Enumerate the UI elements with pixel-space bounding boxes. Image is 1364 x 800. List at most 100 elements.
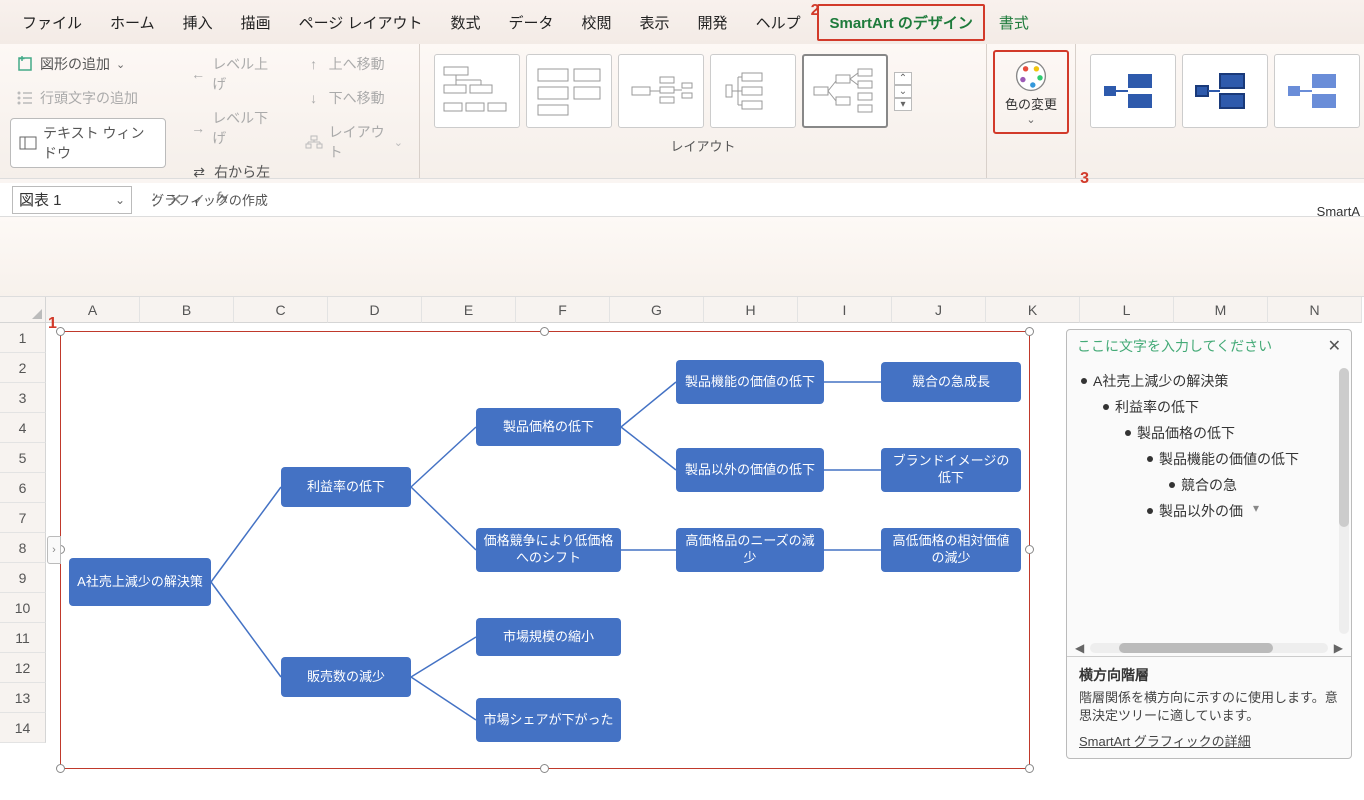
smartart-selection-frame[interactable]: › A社売上減少の解決策 利益率の低下 販売数の減少 製品価格の低下 価格競争に… bbox=[60, 331, 1030, 769]
row-header[interactable]: 1 bbox=[0, 323, 46, 353]
layout-thumb-3[interactable] bbox=[618, 54, 704, 128]
col-header[interactable]: M bbox=[1174, 297, 1268, 323]
text-window-button[interactable]: テキスト ウィンドウ bbox=[10, 118, 166, 168]
col-header[interactable]: F bbox=[516, 297, 610, 323]
smartart-text-pane[interactable]: ここに文字を入力してください ✕ A社売上減少の解決策 利益率の低下 製品価格の… bbox=[1066, 329, 1352, 759]
scroll-left-icon[interactable]: ◀ bbox=[1075, 641, 1084, 655]
layout-thumb-2[interactable] bbox=[526, 54, 612, 128]
smartart-node[interactable]: 製品価格の低下 bbox=[476, 408, 621, 446]
row-header[interactable]: 12 bbox=[0, 653, 46, 683]
row-header[interactable]: 6 bbox=[0, 473, 46, 503]
resize-handle[interactable] bbox=[540, 764, 549, 773]
move-up-button[interactable]: ↑上へ移動 bbox=[299, 50, 409, 78]
text-pane-toggle[interactable]: › bbox=[47, 536, 61, 564]
row-header[interactable]: 11 bbox=[0, 623, 46, 653]
menu-help[interactable]: ヘルプ bbox=[742, 2, 815, 43]
text-pane-item[interactable]: 製品以外の価▾ bbox=[1081, 498, 1341, 524]
row-header[interactable]: 14 bbox=[0, 713, 46, 743]
row-header[interactable]: 3 bbox=[0, 383, 46, 413]
col-header[interactable]: G bbox=[610, 297, 704, 323]
row-header[interactable]: 5 bbox=[0, 443, 46, 473]
spinner-more-icon[interactable]: ▾ bbox=[894, 98, 912, 111]
col-header[interactable]: N bbox=[1268, 297, 1362, 323]
text-pane-item[interactable]: 製品機能の価値の低下 bbox=[1081, 446, 1341, 472]
smartart-node[interactable]: 利益率の低下 bbox=[281, 467, 411, 507]
col-header[interactable]: A bbox=[46, 297, 140, 323]
menu-insert[interactable]: 挿入 bbox=[169, 2, 227, 43]
menu-data[interactable]: データ bbox=[495, 2, 568, 43]
smartart-node[interactable]: 高低価格の相対価値の減少 bbox=[881, 528, 1021, 572]
spinner-down-icon[interactable]: ⌄ bbox=[894, 85, 912, 98]
col-header[interactable]: J bbox=[892, 297, 986, 323]
row-header[interactable]: 7 bbox=[0, 503, 46, 533]
menu-format[interactable]: 書式 bbox=[985, 2, 1043, 43]
add-bullet-button[interactable]: 行頭文字の追加 bbox=[10, 84, 166, 112]
select-all-corner[interactable] bbox=[0, 297, 46, 323]
row-header[interactable]: 13 bbox=[0, 683, 46, 713]
resize-handle[interactable] bbox=[56, 327, 65, 336]
text-pane-hscrollbar[interactable]: ◀ ▶ bbox=[1067, 640, 1351, 656]
resize-handle[interactable] bbox=[540, 327, 549, 336]
resize-handle[interactable] bbox=[1025, 545, 1034, 554]
rtl-button[interactable]: ⇄右から左 bbox=[184, 158, 281, 186]
menu-developer[interactable]: 開発 bbox=[684, 2, 742, 43]
layout-gallery-spinner[interactable]: ⌃ ⌄ ▾ bbox=[894, 72, 912, 111]
col-header[interactable]: H bbox=[704, 297, 798, 323]
text-pane-vscrollbar[interactable] bbox=[1339, 368, 1349, 634]
style-thumb-3[interactable] bbox=[1274, 54, 1360, 128]
smartart-node[interactable]: ブランドイメージの低下 bbox=[881, 448, 1021, 492]
spreadsheet-grid[interactable]: A B C D E F G H I J K L M N 1 2 3 4 5 6 … bbox=[0, 297, 1364, 800]
col-header[interactable]: L bbox=[1080, 297, 1174, 323]
change-colors-button[interactable]: 色の変更 ⌄ bbox=[993, 50, 1069, 134]
layout-thumb-4[interactable] bbox=[710, 54, 796, 128]
move-down-button[interactable]: ↓下へ移動 bbox=[299, 84, 409, 112]
text-pane-item[interactable]: 利益率の低下 bbox=[1081, 394, 1341, 420]
hscroll-track[interactable] bbox=[1090, 643, 1328, 653]
smartart-node[interactable]: 高価格品のニーズの減少 bbox=[676, 528, 824, 572]
text-pane-body[interactable]: A社売上減少の解決策 利益率の低下 製品価格の低下 製品機能の価値の低下 競合の… bbox=[1067, 362, 1351, 640]
row-header[interactable]: 10 bbox=[0, 593, 46, 623]
col-header[interactable]: E bbox=[422, 297, 516, 323]
style-thumb-2[interactable] bbox=[1182, 54, 1268, 128]
level-down-button[interactable]: →レベル下げ bbox=[184, 104, 281, 152]
row-header[interactable]: 9 bbox=[0, 563, 46, 593]
col-header[interactable]: C bbox=[234, 297, 328, 323]
layout-thumb-1[interactable] bbox=[434, 54, 520, 128]
row-header[interactable]: 4 bbox=[0, 413, 46, 443]
smartart-node[interactable]: 市場シェアが下がった bbox=[476, 698, 621, 742]
smartart-node[interactable]: 販売数の減少 bbox=[281, 657, 411, 697]
col-header[interactable]: B bbox=[140, 297, 234, 323]
row-header[interactable]: 8 bbox=[0, 533, 46, 563]
menu-page-layout[interactable]: ページ レイアウト bbox=[285, 2, 437, 43]
scrollbar-thumb[interactable] bbox=[1119, 643, 1273, 653]
smartart-node[interactable]: 価格競争により低価格へのシフト bbox=[476, 528, 621, 572]
text-pane-item[interactable]: 競合の急 bbox=[1081, 472, 1341, 498]
smartart-details-link[interactable]: SmartArt グラフィックの詳細 bbox=[1079, 731, 1251, 750]
add-shape-button[interactable]: 図形の追加 ⌄ bbox=[10, 50, 166, 78]
style-thumb-1[interactable] bbox=[1090, 54, 1176, 128]
smartart-node[interactable]: 製品以外の価値の低下 bbox=[676, 448, 824, 492]
scroll-right-icon[interactable]: ▶ bbox=[1334, 641, 1343, 655]
smartart-node[interactable]: 市場規模の縮小 bbox=[476, 618, 621, 656]
text-pane-item[interactable]: A社売上減少の解決策 bbox=[1081, 368, 1341, 394]
menu-draw[interactable]: 描画 bbox=[227, 2, 285, 43]
layout-dropdown-button[interactable]: レイアウト⌄ bbox=[299, 118, 409, 166]
spinner-up-icon[interactable]: ⌃ bbox=[894, 72, 912, 85]
menu-view[interactable]: 表示 bbox=[626, 2, 684, 43]
close-icon[interactable]: ✕ bbox=[1328, 336, 1341, 356]
col-header[interactable]: K bbox=[986, 297, 1080, 323]
text-pane-item[interactable]: 製品価格の低下 bbox=[1081, 420, 1341, 446]
level-up-button[interactable]: ←レベル上げ bbox=[184, 50, 281, 98]
smartart-node-root[interactable]: A社売上減少の解決策 bbox=[69, 558, 211, 606]
menu-formulas[interactable]: 数式 bbox=[436, 2, 494, 43]
col-header[interactable]: I bbox=[798, 297, 892, 323]
scrollbar-thumb[interactable] bbox=[1339, 368, 1349, 527]
menu-smartart-design[interactable]: SmartArt のデザイン bbox=[817, 4, 984, 41]
smartart-node[interactable]: 競合の急成長 bbox=[881, 362, 1021, 402]
row-header[interactable]: 2 bbox=[0, 353, 46, 383]
menu-review[interactable]: 校閲 bbox=[568, 2, 626, 43]
smartart-node[interactable]: 製品機能の価値の低下 bbox=[676, 360, 824, 404]
menu-home[interactable]: ホーム bbox=[96, 2, 169, 43]
resize-handle[interactable] bbox=[1025, 764, 1034, 773]
col-header[interactable]: D bbox=[328, 297, 422, 323]
